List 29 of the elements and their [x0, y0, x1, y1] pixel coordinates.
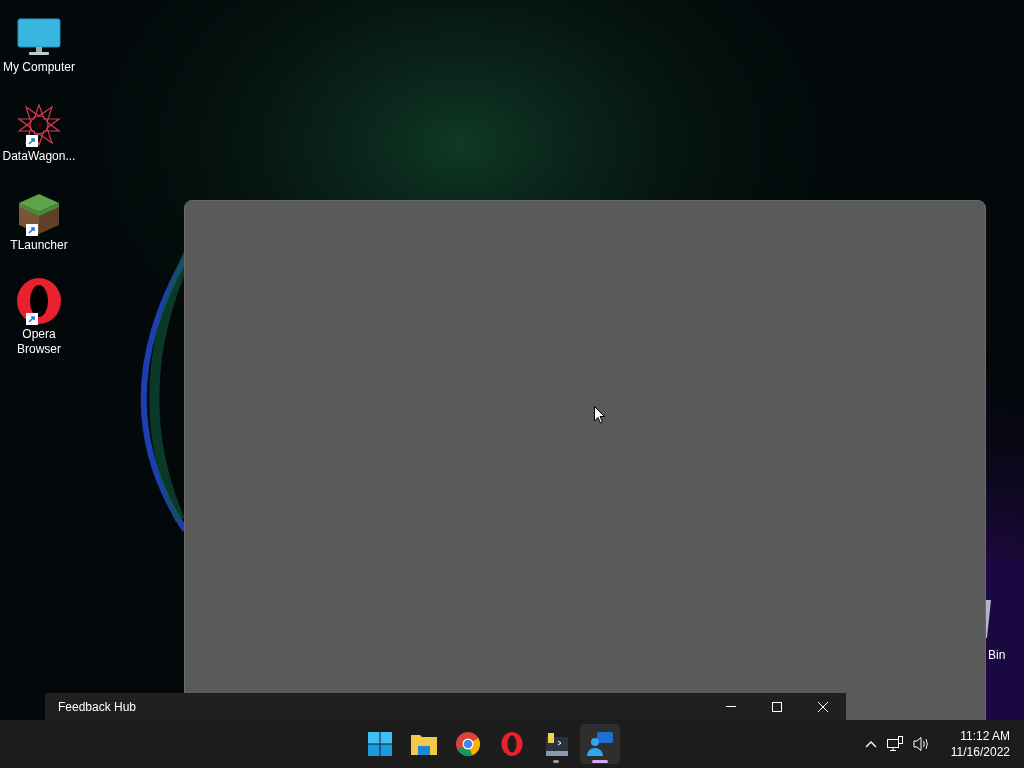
grass-block-icon	[17, 192, 61, 236]
minimize-icon	[726, 706, 736, 707]
desktop-icon-label[interactable]: DataWagon...	[1, 149, 77, 164]
mouse-cursor-icon	[594, 406, 605, 424]
maximize-icon	[772, 701, 782, 712]
monitor-icon	[17, 18, 61, 58]
desktop-icon-label[interactable]: My Computer	[1, 60, 77, 75]
running-indicator	[591, 760, 608, 763]
taskbar-app-button[interactable]	[579, 724, 620, 764]
clock[interactable]: 11:12 AM 11/16/2022	[950, 728, 1010, 760]
folder-icon	[410, 733, 437, 755]
windows-logo-icon	[367, 732, 392, 756]
terminal-icon	[543, 731, 568, 757]
feedback-person-icon	[586, 732, 613, 756]
opera-icon	[15, 277, 63, 325]
clock-date: 11/16/2022	[950, 744, 1010, 760]
window-title: Feedback Hub	[58, 698, 138, 716]
desktop-icon-label[interactable]: Bin	[988, 648, 1006, 663]
chevron-up-icon[interactable]	[864, 740, 877, 748]
running-indicator	[552, 760, 559, 763]
chrome-icon	[455, 732, 480, 756]
close-icon	[818, 701, 828, 712]
network-icon[interactable]	[886, 736, 903, 752]
clock-time: 11:12 AM	[960, 728, 1010, 744]
desktop-icon-label[interactable]: Opera Browser	[1, 327, 77, 357]
desktop-icon-label[interactable]: TLauncher	[1, 238, 77, 253]
star-icon	[17, 103, 61, 147]
speaker-icon[interactable]	[912, 736, 931, 752]
opera-icon	[500, 732, 523, 756]
